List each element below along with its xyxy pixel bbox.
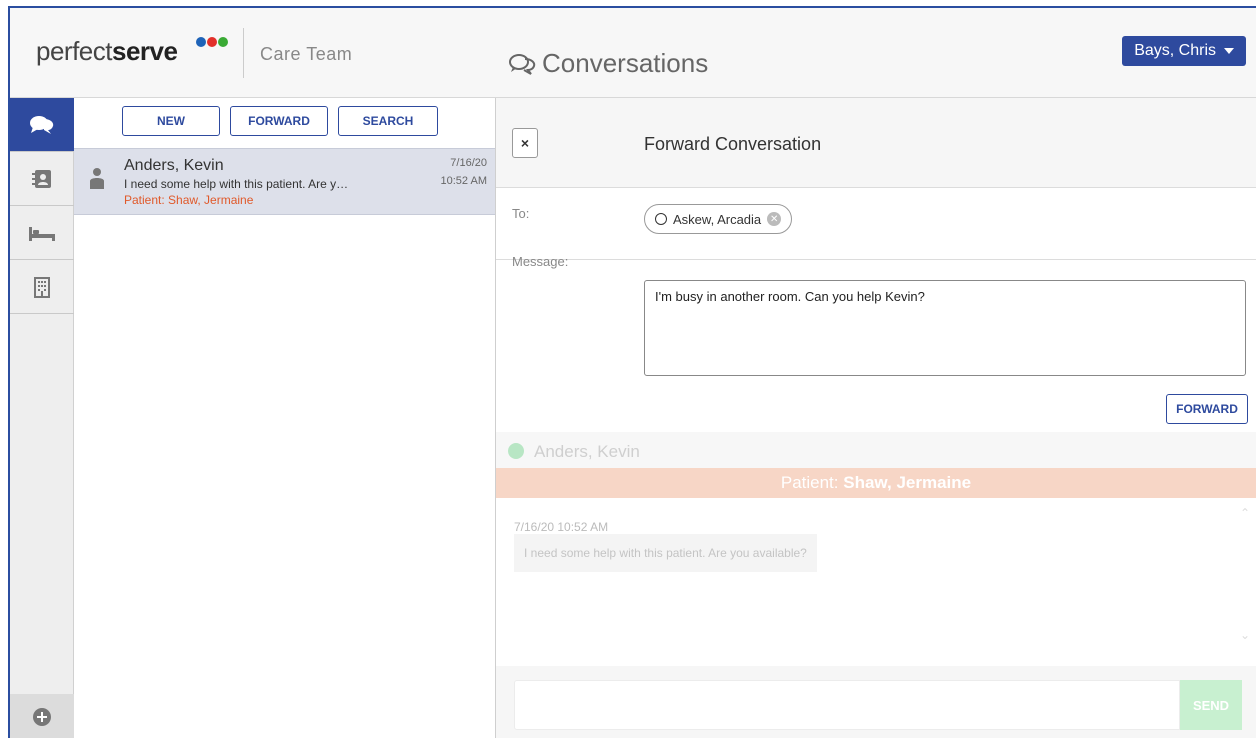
header-divider [243, 28, 244, 78]
message-bubble: I need some help with this patient. Are … [514, 534, 817, 572]
forward-title: Forward Conversation [644, 134, 822, 154]
user-name: Bays, Chris [1134, 42, 1216, 59]
message-timestamp: 7/16/20 10:52 AM [514, 520, 609, 534]
search-button[interactable]: SEARCH [338, 106, 438, 136]
conversation-date: 7/16/20 [450, 157, 487, 169]
building-icon [34, 276, 50, 298]
to-label: To: [512, 206, 530, 221]
to-row: To: Askew, Arcadia ✕ [496, 188, 1256, 260]
chat-bubbles-icon [30, 115, 54, 134]
app-name: Care Team [260, 44, 353, 64]
conversation-time: 10:52 AM [440, 175, 487, 187]
close-button[interactable]: × [512, 128, 538, 158]
scroll-up-icon[interactable]: ⌃ [1240, 506, 1250, 520]
reply-input[interactable] [514, 680, 1180, 730]
app-window: perfectserve Care Team Conversations Bay… [8, 6, 1256, 738]
message-label: Message: [512, 254, 569, 269]
scroll-down-icon[interactable]: ⌄ [1240, 628, 1250, 642]
logo-dots-icon [196, 34, 229, 52]
composer: SEND [496, 666, 1256, 738]
contact-book-icon [32, 169, 51, 188]
recipient-name: Askew, Arcadia [673, 211, 762, 227]
conversation-preview: I need some help with this patient. Are … [124, 177, 349, 191]
sender-name: Anders, Kevin [534, 442, 640, 461]
recipient-chip[interactable]: Askew, Arcadia ✕ [644, 204, 793, 234]
patient-prefix: Patient: [780, 473, 839, 492]
caret-down-icon [1224, 48, 1234, 54]
nav-item-directory[interactable] [10, 152, 74, 206]
forward-panel: × Forward Conversation To: Askew, Arcadi… [496, 98, 1256, 738]
page-title-text: Conversations [542, 48, 709, 78]
remove-recipient-icon[interactable]: ✕ [767, 212, 782, 226]
user-menu-button[interactable]: Bays, Chris [1122, 36, 1246, 66]
patient-name: Shaw, Jermaine [843, 473, 972, 492]
left-nav [10, 98, 74, 738]
forward-button[interactable]: FORWARD [1166, 394, 1248, 424]
conversation-sender: Anders, Kevin [124, 157, 224, 174]
new-button[interactable]: NEW [122, 106, 220, 136]
nav-item-facilities[interactable] [10, 260, 74, 314]
page-title: Conversations [508, 48, 708, 79]
logo: perfectserve [36, 36, 178, 66]
send-button[interactable]: SEND [1180, 680, 1242, 730]
conversation-list-pane: NEW FORWARD SEARCH Anders, Kevin I need … [74, 98, 496, 738]
conversations-icon [509, 53, 536, 75]
online-status-icon [508, 443, 524, 459]
forward-header: × Forward Conversation [496, 98, 1256, 188]
plus-circle-icon [33, 708, 51, 726]
status-circle-icon [655, 213, 667, 225]
app-header: perfectserve Care Team Conversations Bay… [10, 8, 1256, 98]
conversation-list-item[interactable]: Anders, Kevin I need some help with this… [74, 148, 495, 215]
bed-icon [29, 226, 55, 241]
nav-item-patients[interactable] [10, 206, 74, 260]
message-history: 7/16/20 10:52 AM I need some help with t… [496, 498, 1256, 666]
patient-banner: Patient: Shaw, Jermaine [496, 468, 1256, 498]
message-field[interactable]: I'm busy in another room. Can you help K… [644, 280, 1246, 376]
list-actions: NEW FORWARD SEARCH [122, 106, 438, 136]
conversation-patient: Patient: Shaw, Jermaine [124, 193, 254, 207]
add-button[interactable] [10, 694, 74, 738]
conversation-header: Anders, Kevin [496, 432, 1256, 468]
person-avatar-icon [90, 168, 104, 189]
nav-item-conversations[interactable] [10, 98, 74, 152]
forward-list-button[interactable]: FORWARD [230, 106, 328, 136]
